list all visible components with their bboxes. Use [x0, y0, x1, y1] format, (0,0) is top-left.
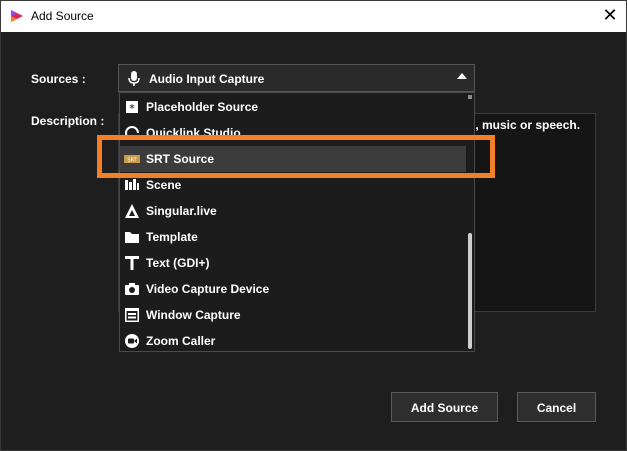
- list-item-singular-live[interactable]: Singular.live: [120, 198, 466, 224]
- window-icon: [125, 308, 139, 322]
- list-item-label: Placeholder Source: [146, 100, 259, 114]
- title-bar: Add Source ✕: [1, 1, 626, 32]
- scrollbar-thumb[interactable]: [468, 233, 472, 349]
- scroll-up-arrow-icon[interactable]: [468, 95, 472, 99]
- quicklink-icon: [125, 126, 139, 140]
- add-source-dialog: Add Source ✕ Sources : Description : d, …: [0, 0, 627, 451]
- list-item-label: Template: [146, 230, 198, 244]
- list-item-zoom-caller[interactable]: Zoom Caller: [120, 328, 466, 351]
- combobox-selected-value: Audio Input Capture: [149, 72, 265, 86]
- window-title: Add Source: [31, 9, 94, 23]
- list-item-label: Singular.live: [146, 204, 217, 218]
- list-item-quicklink-studio[interactable]: Quicklink Studio: [120, 120, 466, 146]
- srt-icon: SRT: [124, 155, 140, 164]
- close-button[interactable]: ✕: [600, 5, 620, 25]
- svg-text:*: *: [129, 102, 135, 115]
- svg-text:SRT: SRT: [127, 158, 137, 164]
- sources-dropdown-list[interactable]: * Placeholder Source Quicklink Studio SR…: [119, 92, 475, 352]
- folder-icon: [125, 232, 139, 243]
- chevron-up-icon[interactable]: [457, 73, 467, 79]
- description-label: Description :: [31, 114, 105, 128]
- app-logo-icon: [11, 10, 23, 22]
- cancel-button[interactable]: Cancel: [517, 392, 596, 422]
- singular-icon: [125, 204, 139, 218]
- list-item-window-capture[interactable]: Window Capture: [120, 302, 466, 328]
- list-item-text-gdi[interactable]: Text (GDI+): [120, 250, 466, 276]
- list-item-template[interactable]: Template: [120, 224, 466, 250]
- list-item-video-capture-device[interactable]: Video Capture Device: [120, 276, 466, 302]
- list-item-label: Text (GDI+): [146, 256, 210, 270]
- sources-label: Sources :: [31, 72, 86, 86]
- list-item-label: SRT Source: [146, 152, 215, 166]
- zoom-icon: [125, 334, 139, 348]
- camera-icon: [125, 283, 139, 295]
- description-text: d, music or speech.: [468, 118, 581, 132]
- list-item-label: Video Capture Device: [146, 282, 270, 296]
- text-icon: [125, 256, 139, 270]
- list-item-srt-source[interactable]: SRT SRT Source: [120, 146, 466, 172]
- sources-combobox[interactable]: Audio Input Capture: [118, 64, 475, 92]
- add-source-button[interactable]: Add Source: [391, 392, 498, 422]
- list-item-label: Scene: [146, 178, 182, 192]
- list-item-scene[interactable]: Scene: [120, 172, 466, 198]
- dropdown-scrollbar[interactable]: [466, 93, 474, 351]
- list-item-label: Zoom Caller: [146, 334, 216, 348]
- asterisk-icon: *: [126, 101, 138, 115]
- list-item-label: Window Capture: [146, 308, 241, 322]
- scene-icon: [125, 179, 139, 190]
- list-item-label: Quicklink Studio: [146, 126, 241, 140]
- microphone-icon: [128, 71, 140, 86]
- list-item-placeholder-source[interactable]: * Placeholder Source: [120, 94, 466, 120]
